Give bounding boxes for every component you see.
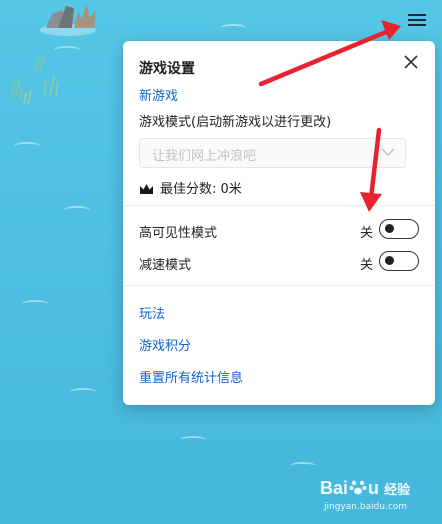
slow-mode-toggle[interactable] — [379, 251, 419, 271]
panel-title: 游戏设置 — [139, 61, 195, 77]
wave-decoration — [22, 300, 48, 308]
wave-decoration — [14, 142, 40, 150]
watermark-brand-right: u — [368, 478, 380, 498]
wave-decoration — [70, 388, 96, 396]
crown-icon — [140, 184, 153, 194]
baidu-jingyan-watermark: Bai u 经验 jingyan.baidu.com — [320, 478, 411, 512]
watermark-brand-cn: 经验 — [384, 483, 411, 498]
reset-stats-link[interactable]: 重置所有统计信息 — [139, 367, 243, 386]
hamburger-menu-icon — [408, 14, 426, 26]
game-credits-link[interactable]: 游戏积分 — [139, 335, 191, 354]
annotation-arrow — [258, 20, 401, 87]
watermark-brand-left: Bai — [320, 478, 349, 498]
game-mode-select-value: 让我们网上冲浪吧 — [152, 149, 257, 164]
wave-decoration — [180, 436, 206, 444]
high-visibility-state: 关 — [359, 226, 373, 241]
best-score: 最佳分数: 0米 — [139, 178, 242, 197]
shipwreck-rock-decoration — [40, 4, 96, 36]
game-mode-label: 游戏模式(启动新游戏以进行更改) — [139, 115, 332, 130]
how-to-play-link[interactable]: 玩法 — [139, 303, 165, 322]
slow-mode-label: 减速模式 — [139, 258, 192, 273]
seaweed-decoration — [43, 75, 59, 97]
best-score-text: 最佳分数: 0米 — [160, 182, 242, 197]
new-game-link[interactable]: 新游戏 — [139, 85, 178, 104]
game-settings-panel: 游戏设置 新游戏 游戏模式(启动新游戏以进行更改) 让我们网上冲浪吧 最佳分数:… — [123, 41, 435, 405]
toggle-knob — [385, 224, 394, 233]
high-visibility-label: 高可见性模式 — [139, 226, 218, 241]
wave-decoration — [220, 24, 246, 32]
watermark-url: jingyan.baidu.com — [324, 502, 408, 512]
wave-decoration — [64, 206, 90, 214]
paw-icon — [349, 480, 367, 495]
wave-decoration — [290, 462, 316, 470]
annotation-arrow — [360, 127, 382, 212]
toggle-knob — [385, 256, 394, 265]
divider — [123, 285, 435, 286]
slow-mode-state: 关 — [359, 258, 373, 273]
menu-button[interactable] — [405, 10, 429, 30]
high-visibility-toggle[interactable] — [379, 219, 419, 239]
wave-decoration — [54, 46, 80, 54]
